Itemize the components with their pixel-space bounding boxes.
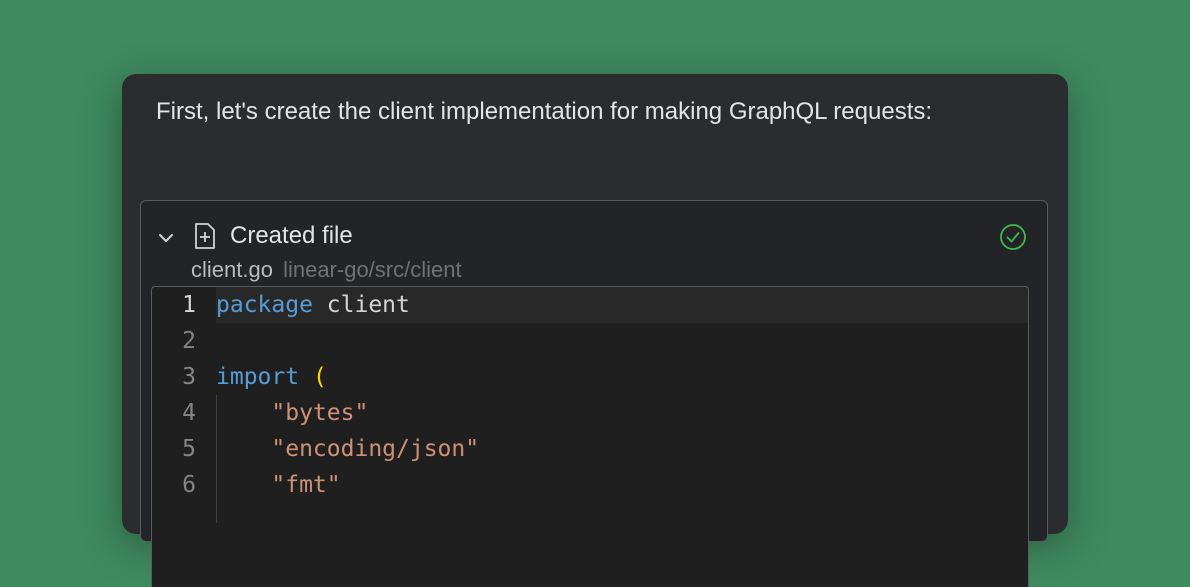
chevron-down-icon[interactable] <box>157 229 175 247</box>
chat-panel: First, let's create the client implement… <box>122 74 1068 587</box>
file-name[interactable]: client.go <box>191 257 273 282</box>
line-number: 6 <box>182 472 196 498</box>
code-text: import ( <box>216 359 1028 395</box>
code-token: package <box>216 292 313 318</box>
code-line[interactable]: 3 import ( <box>152 359 1028 395</box>
line-number: 5 <box>182 436 196 462</box>
code-text: "bytes" <box>216 395 1028 431</box>
code-text: "encoding/json" <box>216 431 1028 467</box>
file-card-header[interactable]: Created file client.go linear-go/src/cli… <box>141 201 1047 286</box>
code-token: ( <box>312 364 327 390</box>
code-token: "bytes" <box>271 400 369 426</box>
code-token: import <box>216 364 300 390</box>
code-line[interactable]: 1 package client <box>152 287 1028 323</box>
code-token: "encoding/json" <box>271 436 480 462</box>
file-card-title: Created file <box>230 222 353 249</box>
code-line[interactable]: 4 "bytes" <box>152 395 1028 431</box>
created-file-card: Created file client.go linear-go/src/cli… <box>140 200 1048 587</box>
code-line[interactable]: 2 <box>152 323 1028 359</box>
code-line[interactable]: 6 "fmt" <box>152 467 1028 503</box>
line-number: 3 <box>182 364 196 390</box>
line-number: 2 <box>182 328 196 354</box>
line-number: 1 <box>182 292 196 318</box>
file-path-row: client.go linear-go/src/client <box>191 257 462 283</box>
code-line[interactable]: 5 "encoding/json" <box>152 431 1028 467</box>
check-circle-icon <box>1000 224 1026 250</box>
line-number: 4 <box>182 400 196 426</box>
code-token: client <box>312 292 410 318</box>
assistant-message: First, let's create the client implement… <box>156 98 933 125</box>
code-text: package client <box>216 287 1028 323</box>
new-file-icon <box>195 223 215 249</box>
indent-guide <box>216 395 217 523</box>
code-text: "fmt" <box>216 467 1028 503</box>
code-editor[interactable]: 1 package client 2 3 import (4 "bytes" 5 "enc… <box>151 286 1029 587</box>
code-token: "fmt" <box>271 472 341 498</box>
file-path: linear-go/src/client <box>283 257 462 282</box>
